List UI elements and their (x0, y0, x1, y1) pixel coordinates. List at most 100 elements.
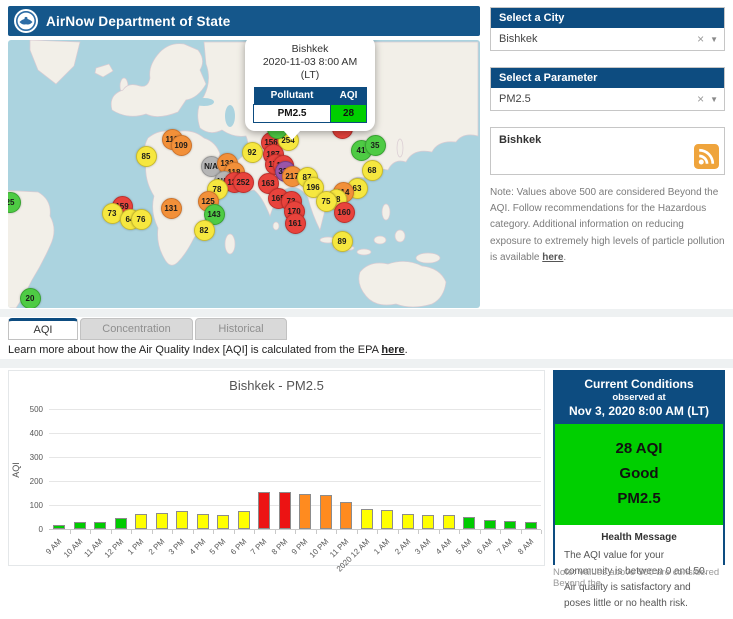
x-tick-mark (254, 530, 255, 534)
x-tick-mark (213, 530, 214, 534)
chart-y-axis-label: AQI (11, 435, 21, 505)
chart-bar[interactable] (443, 515, 455, 529)
sidebar: Select a City Bishkek × ▼ Select a Param… (490, 7, 725, 266)
learn-more-link[interactable]: here (381, 344, 404, 356)
chart-bar[interactable] (299, 494, 311, 529)
current-aqi-block: 28 AQI Good PM2.5 (555, 424, 723, 525)
aqi-map-marker[interactable]: 35 (365, 135, 386, 156)
popup-timezone: (LT) (253, 69, 367, 82)
chart-bar[interactable] (381, 510, 393, 529)
x-tick-mark (521, 530, 522, 534)
current-conditions-panel: Current Conditions observed at Nov 3, 20… (553, 370, 725, 565)
chart-bar[interactable] (135, 514, 147, 529)
y-tick-label: 300 (9, 453, 43, 462)
x-tick-mark (275, 530, 276, 534)
aqi-map-marker[interactable]: 131 (161, 198, 182, 219)
divider-strip-top (0, 309, 733, 317)
sidebar-note-text: Note: Values above 500 are considered Be… (490, 187, 725, 263)
parameter-panel-title: Select a Parameter (491, 68, 724, 88)
page-title: AirNow Department of State (46, 14, 230, 29)
aqi-map-marker[interactable]: 82 (194, 220, 215, 241)
chart-bar[interactable] (197, 514, 209, 529)
chart-bar[interactable] (402, 514, 414, 529)
current-conditions-datetime: Nov 3, 2020 8:00 AM (LT) (559, 404, 719, 418)
tab-aqi[interactable]: AQI (8, 318, 78, 340)
learn-more-period: . (405, 344, 408, 356)
chart-bar[interactable] (94, 522, 106, 529)
chart-bar[interactable] (279, 492, 291, 529)
health-message-title: Health Message (564, 532, 714, 543)
state-department-seal-icon (14, 9, 38, 33)
current-conditions-title: Current Conditions (559, 377, 719, 391)
chart-bar[interactable] (504, 521, 516, 529)
sidebar-note-period: . (563, 252, 566, 263)
divider-strip-bottom (0, 359, 733, 368)
gridline (49, 505, 541, 506)
aqi-map-marker[interactable]: 252 (233, 172, 254, 193)
aqi-map-marker[interactable]: 85 (136, 146, 157, 167)
city-panel-title: Select a City (491, 8, 724, 28)
chart-bar[interactable] (361, 509, 373, 529)
sidebar-note-link[interactable]: here (542, 252, 563, 263)
aqi-map-marker[interactable]: 75 (316, 191, 337, 212)
tab-bar: AQI Concentration Historical (8, 318, 287, 340)
aqi-map-marker[interactable]: 161 (285, 213, 306, 234)
gridline (49, 481, 541, 482)
aqi-map-marker[interactable]: 68 (362, 160, 383, 181)
x-tick-mark (295, 530, 296, 534)
current-aqi-category: Good (555, 462, 723, 487)
chart-bar[interactable] (115, 518, 127, 529)
parameter-select[interactable]: PM2.5 × ▼ (491, 88, 724, 110)
city-select[interactable]: Bishkek × ▼ (491, 28, 724, 50)
x-tick-mark (398, 530, 399, 534)
x-tick-mark (500, 530, 501, 534)
x-tick-mark (90, 530, 91, 534)
chart-bar[interactable] (320, 495, 332, 529)
popup-city: Bishkek (253, 43, 367, 56)
city-panel: Select a City Bishkek × ▼ (490, 7, 725, 51)
parameter-clear-icon[interactable]: × (691, 92, 710, 106)
chart-bar[interactable] (74, 522, 86, 529)
aqi-map-marker[interactable]: 109 (171, 135, 192, 156)
city-clear-icon[interactable]: × (691, 32, 710, 46)
aqi-map-marker[interactable]: 92 (242, 142, 263, 163)
rss-icon[interactable] (694, 144, 719, 169)
y-tick-label: 500 (9, 405, 43, 414)
aqi-map-marker[interactable]: 89 (332, 231, 353, 252)
chart-title: Bishkek - PM2.5 (9, 378, 544, 393)
chart-bar[interactable] (176, 511, 188, 529)
x-tick-mark (480, 530, 481, 534)
chart-bar[interactable] (340, 502, 352, 529)
chart-bar[interactable] (53, 525, 65, 529)
learn-more-prefix: Learn more about how the Air Quality Ind… (8, 344, 381, 356)
chart-bar[interactable] (156, 513, 168, 529)
sidebar-note: Note: Values above 500 are considered Be… (490, 185, 725, 266)
world-aqi-map[interactable]: 252085118109N/A132118N/A1342527812513114… (8, 40, 480, 308)
tab-historical[interactable]: Historical (195, 318, 287, 340)
current-aqi-parameter: PM2.5 (555, 487, 723, 512)
x-tick-mark (439, 530, 440, 534)
tab-concentration[interactable]: Concentration (80, 318, 193, 340)
x-tick-mark (377, 530, 378, 534)
popup-col-aqi: AQI (331, 87, 367, 105)
parameter-dropdown-icon[interactable]: ▼ (710, 95, 718, 104)
y-tick-label: 400 (9, 429, 43, 438)
map-popup: Bishkek 2020-11-03 8:00 AM (LT) Pollutan… (245, 40, 375, 131)
chart-bar[interactable] (217, 515, 229, 529)
city-dropdown-icon[interactable]: ▼ (710, 35, 718, 44)
chart-bar[interactable] (238, 511, 250, 529)
current-aqi-value: 28 AQI (555, 437, 723, 462)
chart-bar[interactable] (484, 520, 496, 529)
aqi-map-marker[interactable]: 160 (334, 202, 355, 223)
chart-bar[interactable] (525, 522, 537, 529)
aqi-bar-chart: Bishkek - PM2.5 AQI 01002003004005009 AM… (8, 370, 545, 566)
chart-bar[interactable] (258, 492, 270, 529)
chart-bar[interactable] (463, 517, 475, 529)
parameter-panel: Select a Parameter PM2.5 × ▼ (490, 67, 725, 111)
chart-bar[interactable] (422, 515, 434, 529)
aqi-map-marker[interactable]: 76 (131, 209, 152, 230)
learn-more-text: Learn more about how the Air Quality Ind… (8, 344, 408, 356)
aqi-map-marker[interactable]: 20 (20, 288, 41, 309)
popup-col-pollutant: Pollutant (254, 87, 331, 105)
feed-box: Bishkek (490, 127, 725, 175)
